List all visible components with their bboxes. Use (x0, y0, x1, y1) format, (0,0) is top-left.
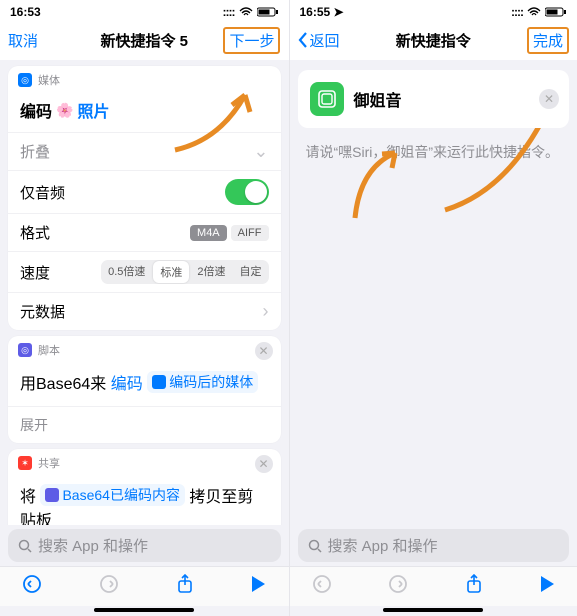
chip-icon (152, 375, 166, 389)
clear-name-button[interactable]: ✕ (539, 89, 559, 109)
next-button[interactable]: 下一步 (223, 27, 280, 54)
action-card-base64: ◎ 脚本 ✕ 用Base64来 编码 编码后的媒体 展开 (8, 336, 281, 443)
shortcut-name-card[interactable]: 御姐音 ✕ (298, 70, 570, 128)
undo-button[interactable] (22, 574, 42, 599)
wifi-icon (239, 7, 253, 17)
audio-only-label: 仅音频 (20, 182, 65, 203)
chevron-down-icon[interactable]: ⌄ (253, 141, 268, 162)
delete-action-button[interactable]: ✕ (255, 455, 273, 473)
content-area: 御姐音 ✕ 请说“嘿Siri，御姐音”来运行此快捷指令。 (290, 60, 577, 525)
clip-chip[interactable]: Base64已编码内容 (40, 484, 184, 506)
collapse-label[interactable]: 折叠 (20, 141, 50, 162)
b64-chip[interactable]: 编码后的媒体 (147, 371, 258, 393)
page-title: 新快捷指令 5 (100, 30, 188, 51)
audio-only-toggle[interactable] (225, 179, 269, 205)
phone-right: 16:55 ➤ :::: 返回 新快捷指令 完成 (289, 0, 577, 616)
back-button[interactable]: 返回 (298, 30, 358, 51)
format-selector[interactable]: M4A AIFF (190, 225, 268, 241)
redo-button[interactable] (99, 574, 119, 599)
photos-icon: 🌸 (56, 102, 73, 119)
nav-bar: 取消 新快捷指令 5 下一步 (0, 20, 289, 60)
action-prefix: 编码 (20, 98, 52, 122)
search-input[interactable]: 搜索 App 和操作 (8, 529, 281, 562)
battery-icon (257, 7, 279, 17)
card-badge: 共享 (38, 455, 60, 471)
status-time: 16:55 (300, 5, 331, 19)
b64-prefix: 用Base64来 (20, 376, 106, 393)
signal-icon: :::: (223, 5, 235, 19)
speed-label: 速度 (20, 262, 50, 283)
card-badge: 脚本 (38, 342, 60, 358)
wifi-icon (527, 7, 541, 17)
page-title: 新快捷指令 (396, 30, 471, 51)
status-bar: 16:55 ➤ :::: (290, 0, 577, 20)
media-icon: ◎ (18, 73, 32, 87)
script-icon: ◎ (18, 343, 32, 357)
home-indicator (383, 608, 483, 612)
nav-bar: 返回 新快捷指令 完成 (290, 20, 577, 60)
undo-button[interactable] (312, 574, 332, 599)
location-icon: ➤ (334, 5, 344, 19)
chevron-left-icon (298, 32, 308, 48)
shortcut-name[interactable]: 御姐音 (354, 87, 402, 111)
search-input[interactable]: 搜索 App 和操作 (298, 529, 570, 562)
action-token-photos[interactable]: 照片 (77, 98, 109, 122)
metadata-label[interactable]: 元数据 (20, 301, 65, 322)
delete-action-button[interactable]: ✕ (255, 342, 273, 360)
format-m4a[interactable]: M4A (190, 225, 227, 241)
clip-prefix: 将 (20, 489, 36, 506)
speed-std[interactable]: 标准 (153, 261, 189, 283)
done-button[interactable]: 完成 (527, 27, 569, 54)
chip-icon (45, 488, 59, 502)
siri-hint: 请说“嘿Siri，御姐音”来运行此快捷指令。 (290, 138, 577, 166)
bottom-toolbar (0, 566, 289, 606)
phone-left: 16:53 :::: 取消 新快捷指令 5 下一步 ◎ 媒体 (0, 0, 289, 616)
share-icon: ✶ (18, 456, 32, 470)
battery-icon (545, 7, 567, 17)
search-icon (308, 539, 322, 553)
play-button[interactable] (539, 575, 555, 598)
format-aiff[interactable]: AIFF (231, 225, 269, 241)
format-label: 格式 (20, 222, 50, 243)
redo-button[interactable] (388, 574, 408, 599)
expand-button[interactable]: 展开 (8, 406, 281, 443)
share-button[interactable] (465, 574, 483, 599)
card-badge: 媒体 (38, 72, 60, 88)
status-time: 16:53 (10, 5, 41, 19)
speed-2x[interactable]: 2倍速 (190, 260, 232, 284)
speed-selector[interactable]: 0.5倍速 标准 2倍速 自定 (101, 260, 268, 284)
play-button[interactable] (250, 575, 266, 598)
speed-custom[interactable]: 自定 (233, 260, 269, 284)
search-placeholder: 搜索 App 和操作 (38, 535, 148, 556)
content-area: ◎ 媒体 编码 🌸 照片 折叠 ⌄ 仅音频 格式 (0, 60, 289, 525)
cancel-button[interactable]: 取消 (8, 30, 68, 51)
action-card-clipboard: ✶ 共享 ✕ 将 Base64已编码内容 拷贝至剪贴板 展开 (8, 449, 281, 525)
share-button[interactable] (176, 574, 194, 599)
search-icon (18, 539, 32, 553)
b64-encode[interactable]: 编码 (111, 376, 143, 393)
speed-05[interactable]: 0.5倍速 (101, 260, 152, 284)
shortcut-icon[interactable] (310, 82, 344, 116)
action-card-encode-media: ◎ 媒体 编码 🌸 照片 折叠 ⌄ 仅音频 格式 (8, 66, 281, 330)
search-placeholder: 搜索 App 和操作 (328, 535, 438, 556)
home-indicator (94, 608, 194, 612)
chevron-right-icon: › (263, 301, 269, 322)
signal-icon: :::: (511, 5, 523, 19)
bottom-toolbar (290, 566, 577, 606)
status-bar: 16:53 :::: (0, 0, 289, 20)
